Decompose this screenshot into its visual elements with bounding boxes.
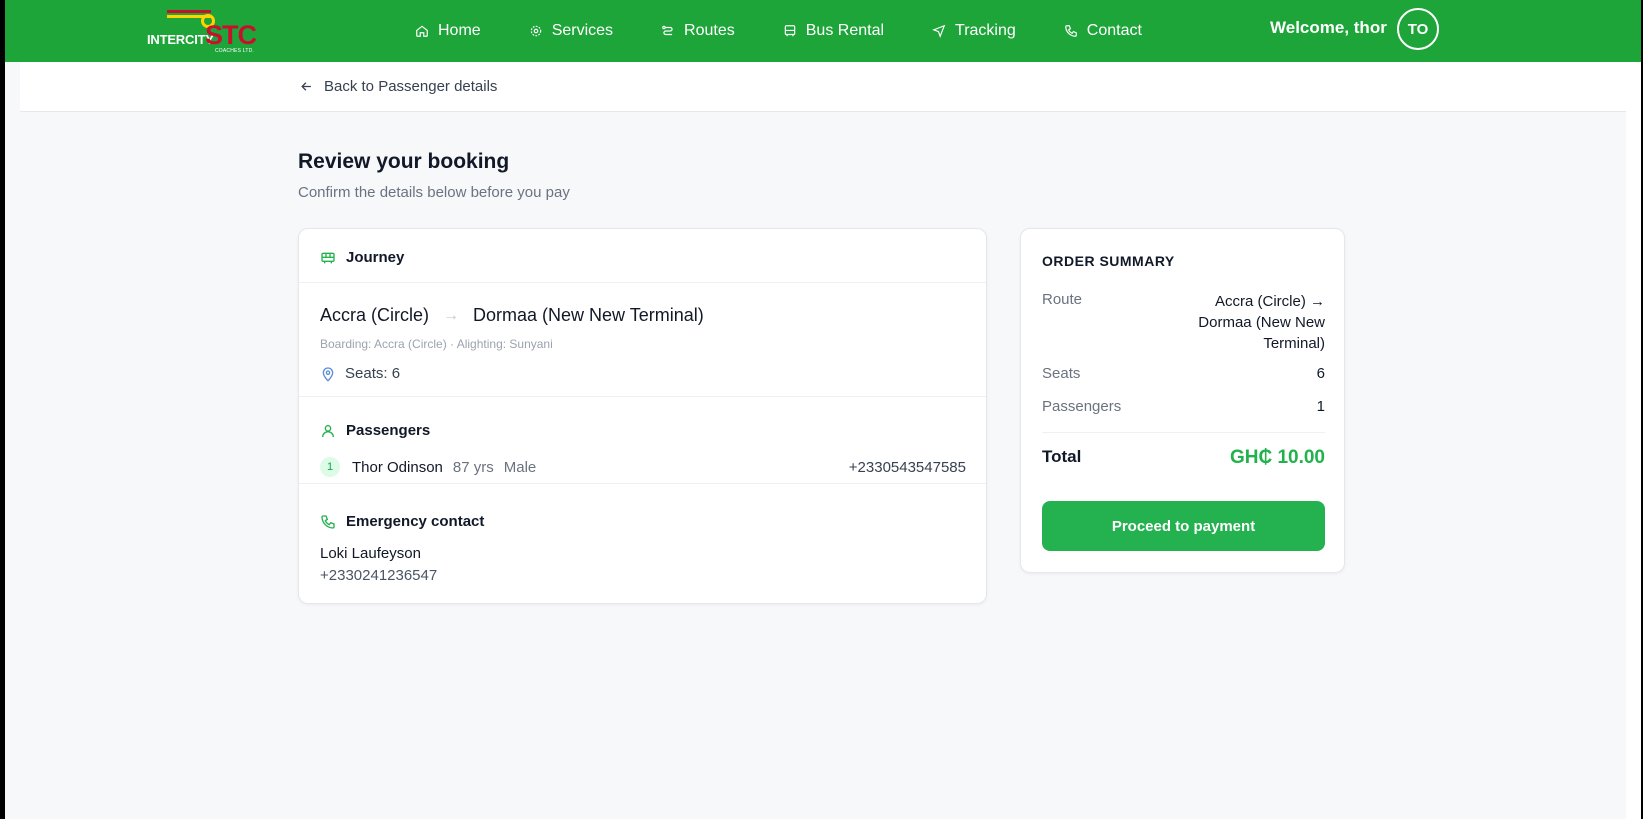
journey-heading-label: Journey bbox=[346, 249, 405, 266]
divider bbox=[299, 396, 986, 397]
emergency-contact-heading: Emergency contact bbox=[320, 513, 484, 530]
passenger-number-badge: 1 bbox=[320, 457, 340, 477]
passenger-name: Thor Odinson bbox=[352, 458, 443, 476]
arrow-left-icon bbox=[301, 82, 311, 91]
divider bbox=[299, 483, 986, 484]
main-nav: Home Services Routes Bus Rental Tracking… bbox=[415, 0, 1190, 62]
home-icon bbox=[416, 25, 428, 37]
phone-icon bbox=[1064, 25, 1077, 37]
summary-row-passengers: Passengers 1 bbox=[1042, 398, 1325, 415]
passenger-row: 1 Thor Odinson 87 yrs Male +233054354758… bbox=[320, 457, 966, 477]
summary-row-total: Total GH₵ 10.00 bbox=[1042, 447, 1325, 469]
nav-item-services[interactable]: Services bbox=[529, 22, 613, 40]
logo-word-stc: STC bbox=[205, 20, 257, 50]
divider bbox=[1042, 432, 1325, 433]
logo-word-coaches: COACHES LTD. bbox=[215, 48, 254, 54]
nav-item-bus-rental[interactable]: Bus Rental bbox=[783, 22, 884, 40]
bus-icon bbox=[321, 252, 335, 263]
right-gutter bbox=[1626, 62, 1641, 819]
passengers-heading-label: Passengers bbox=[346, 422, 431, 439]
user-avatar[interactable]: TO bbox=[1397, 8, 1439, 50]
order-summary-title: ORDER SUMMARY bbox=[1042, 253, 1175, 269]
summary-total-label: Total bbox=[1042, 447, 1082, 466]
intercity-stc-logo[interactable]: INTERCITY STC COACHES LTD. bbox=[147, 6, 269, 58]
booking-details-card: Journey Accra (Circle) → Dormaa (New New… bbox=[298, 228, 987, 604]
summary-seats-label: Seats bbox=[1042, 365, 1081, 382]
proceed-to-payment-button[interactable]: Proceed to payment bbox=[1042, 501, 1325, 551]
nav-label-bus-rental: Bus Rental bbox=[805, 22, 885, 39]
passenger-sex: Male bbox=[503, 458, 537, 476]
summary-passengers-label: Passengers bbox=[1042, 398, 1122, 415]
journey-from: Accra (Circle) bbox=[320, 305, 430, 325]
boarding-alighting-text: Boarding: Accra (Circle) · Alighting: Su… bbox=[320, 337, 553, 351]
bus-icon bbox=[784, 25, 795, 37]
gear-icon bbox=[530, 25, 541, 37]
route-arrow-icon: → bbox=[443, 306, 460, 324]
page-subtitle: Confirm the details below before you pay bbox=[298, 184, 570, 201]
navigation-icon bbox=[932, 24, 946, 38]
nav-item-contact[interactable]: Contact bbox=[1064, 22, 1142, 40]
summary-seats-value: 6 bbox=[1316, 365, 1325, 382]
back-link-label: Back to Passenger details bbox=[324, 78, 498, 95]
divider bbox=[299, 282, 986, 283]
seats-text: Seats: 6 bbox=[345, 365, 401, 382]
nav-label-services: Services bbox=[551, 22, 614, 39]
summary-route-label: Route bbox=[1042, 291, 1083, 308]
summary-total-value: GH₵ 10.00 bbox=[1229, 447, 1325, 468]
journey-heading: Journey bbox=[320, 249, 404, 266]
app-frame: INTERCITY STC COACHES LTD. Home Services… bbox=[5, 0, 1641, 819]
summary-row-route: Route Accra (Circle) → Dormaa (New New T… bbox=[1042, 291, 1325, 354]
page-title: Review your booking bbox=[298, 150, 510, 173]
emergency-contact-phone: +2330241236547 bbox=[320, 567, 438, 584]
seats-info: Seats: 6 bbox=[320, 365, 400, 382]
welcome-text: Welcome, thor bbox=[1270, 18, 1387, 37]
map-pin-icon bbox=[322, 366, 334, 382]
nav-item-tracking[interactable]: Tracking bbox=[932, 22, 1016, 40]
summary-route-value: Accra (Circle) → Dormaa (New New Termina… bbox=[1198, 293, 1325, 352]
top-navbar: INTERCITY STC COACHES LTD. Home Services… bbox=[5, 0, 1641, 62]
summary-passengers-value: 1 bbox=[1316, 398, 1325, 415]
phone-icon bbox=[321, 514, 335, 529]
nav-item-home[interactable]: Home bbox=[415, 22, 481, 40]
nav-label-tracking: Tracking bbox=[955, 22, 1016, 39]
passenger-age: 87 yrs bbox=[452, 458, 494, 476]
nav-label-home: Home bbox=[438, 22, 481, 39]
user-icon bbox=[322, 424, 334, 437]
journey-route: Accra (Circle) → Dormaa (New New Termina… bbox=[320, 305, 704, 326]
nav-label-contact: Contact bbox=[1086, 22, 1142, 39]
emergency-contact-name: Loki Laufeyson bbox=[320, 545, 421, 562]
passenger-phone: +2330543547585 bbox=[848, 458, 966, 476]
summary-row-seats: Seats 6 bbox=[1042, 365, 1325, 382]
logo-word-intercity: INTERCITY bbox=[147, 32, 214, 47]
route-icon bbox=[662, 25, 673, 36]
back-bar: Back to Passenger details bbox=[20, 62, 1626, 112]
back-to-passenger-details-link[interactable]: Back to Passenger details bbox=[299, 78, 497, 95]
nav-label-routes: Routes bbox=[684, 22, 735, 39]
order-summary-card: ORDER SUMMARY Route Accra (Circle) → Dor… bbox=[1020, 228, 1345, 573]
emergency-heading-label: Emergency contact bbox=[346, 513, 485, 530]
passengers-heading: Passengers bbox=[320, 422, 430, 439]
nav-item-routes[interactable]: Routes bbox=[661, 22, 735, 40]
journey-to: Dormaa (New New Terminal) bbox=[473, 305, 704, 325]
